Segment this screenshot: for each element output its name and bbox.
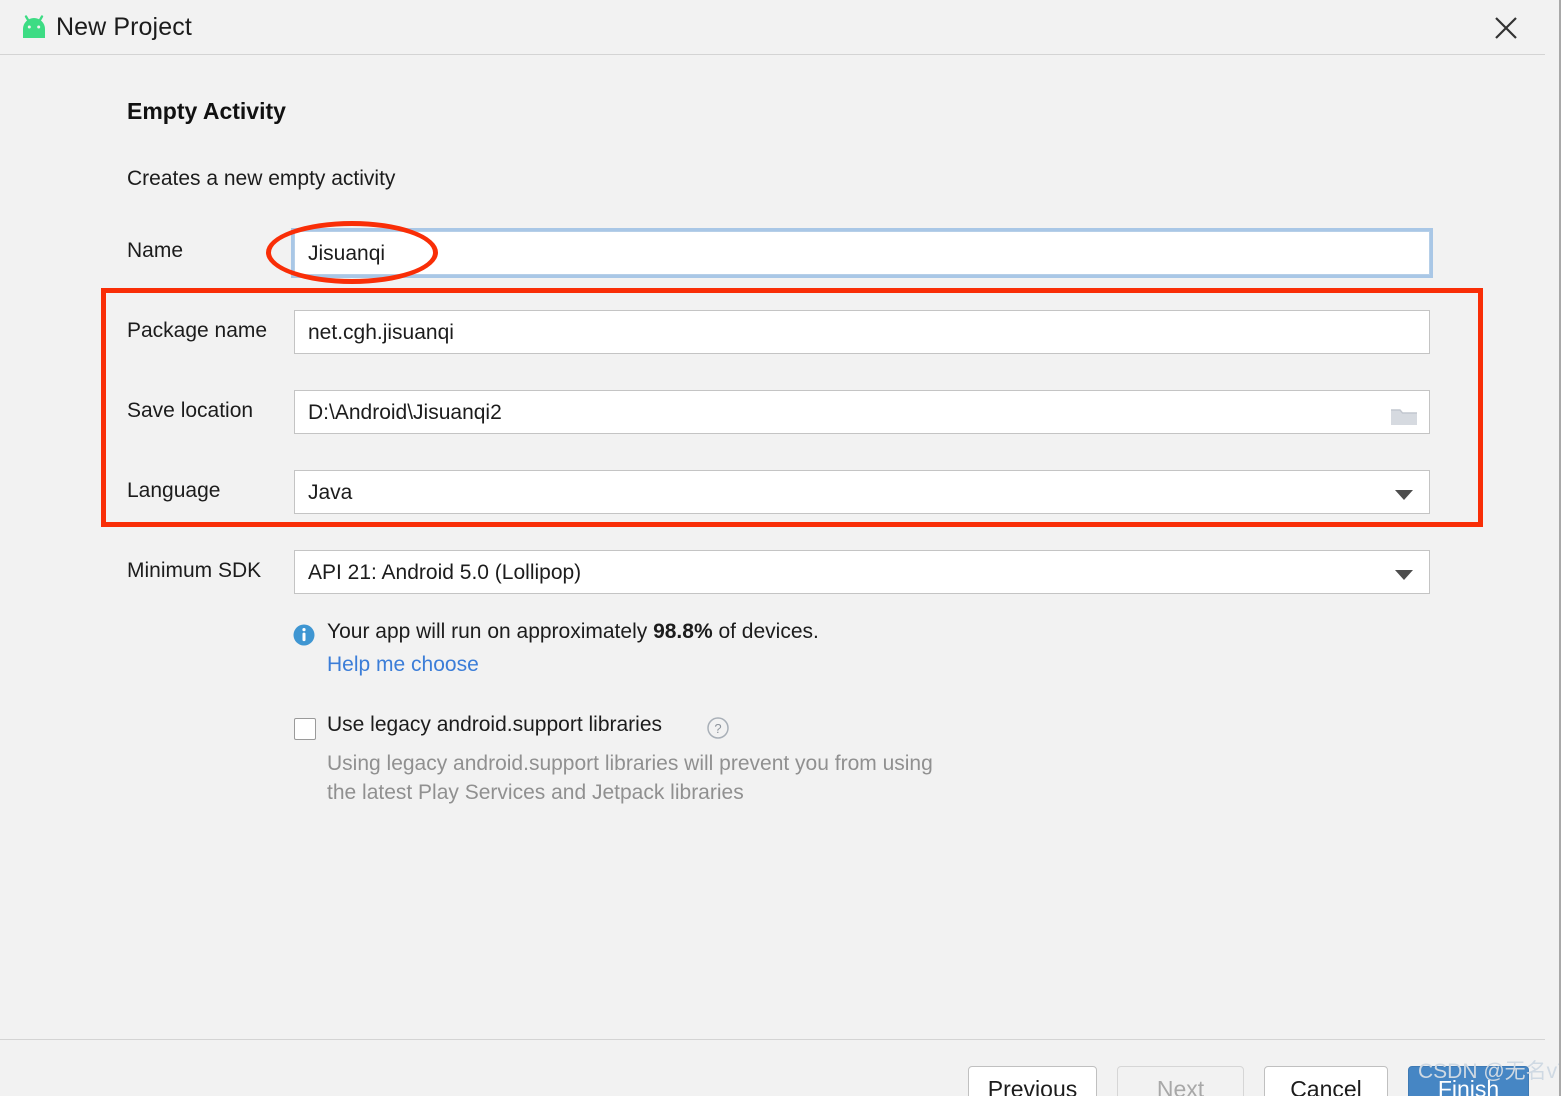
package-name-input[interactable]: net.cgh.jisuanqi bbox=[294, 310, 1430, 354]
package-name-label: Package name bbox=[127, 319, 268, 342]
folder-icon[interactable] bbox=[1389, 401, 1419, 425]
next-button: Next bbox=[1117, 1066, 1244, 1096]
language-value: Java bbox=[308, 481, 353, 504]
new-project-dialog: New Project Empty Activity Creates a new… bbox=[0, 0, 1561, 1096]
use-legacy-libraries-checkbox[interactable] bbox=[294, 718, 316, 740]
help-me-choose-link[interactable]: Help me choose bbox=[327, 653, 479, 677]
minimum-sdk-label: Minimum SDK bbox=[127, 559, 262, 582]
previous-button[interactable]: Previous bbox=[968, 1066, 1097, 1096]
device-coverage-text: Your app will run on approximately 98.8%… bbox=[327, 620, 819, 644]
language-label: Language bbox=[127, 479, 221, 502]
save-location-input[interactable]: D:\Android\Jisuanqi2 bbox=[294, 390, 1430, 434]
language-select[interactable]: Java bbox=[294, 470, 1430, 514]
dialog-title: New Project bbox=[56, 13, 192, 41]
page-title: Empty Activity bbox=[127, 98, 286, 124]
legacy-description-line-2: the latest Play Services and Jetpack lib… bbox=[327, 781, 744, 804]
dialog-footer: Previous Next Cancel Finish bbox=[0, 1039, 1545, 1096]
save-location-label: Save location bbox=[127, 399, 254, 422]
chevron-down-icon[interactable] bbox=[1395, 570, 1413, 580]
dialog-content: Empty Activity Creates a new empty activ… bbox=[0, 56, 1545, 1039]
page-subtitle: Creates a new empty activity bbox=[127, 167, 396, 190]
device-coverage-suffix: of devices. bbox=[712, 620, 819, 643]
chevron-down-icon[interactable] bbox=[1395, 490, 1413, 500]
dialog-titlebar: New Project bbox=[0, 0, 1545, 55]
name-input[interactable]: Jisuanqi bbox=[291, 228, 1433, 278]
legacy-description-line-1: Using legacy android.support libraries w… bbox=[327, 752, 933, 775]
minimum-sdk-select[interactable]: API 21: Android 5.0 (Lollipop) bbox=[294, 550, 1430, 594]
info-icon bbox=[293, 624, 315, 646]
svg-text:?: ? bbox=[714, 721, 721, 736]
question-mark-icon[interactable]: ? bbox=[706, 716, 730, 740]
use-legacy-libraries-label[interactable]: Use legacy android.support libraries bbox=[327, 713, 662, 737]
finish-button[interactable]: Finish bbox=[1408, 1066, 1529, 1096]
close-icon[interactable] bbox=[1489, 11, 1523, 45]
device-coverage-percent: 98.8% bbox=[653, 620, 713, 643]
device-coverage-prefix: Your app will run on approximately bbox=[327, 620, 654, 643]
save-location-value: D:\Android\Jisuanqi2 bbox=[308, 401, 502, 424]
minimum-sdk-value: API 21: Android 5.0 (Lollipop) bbox=[308, 561, 582, 584]
cancel-button[interactable]: Cancel bbox=[1264, 1066, 1388, 1096]
name-label: Name bbox=[127, 239, 184, 262]
android-robot-icon bbox=[17, 15, 51, 41]
